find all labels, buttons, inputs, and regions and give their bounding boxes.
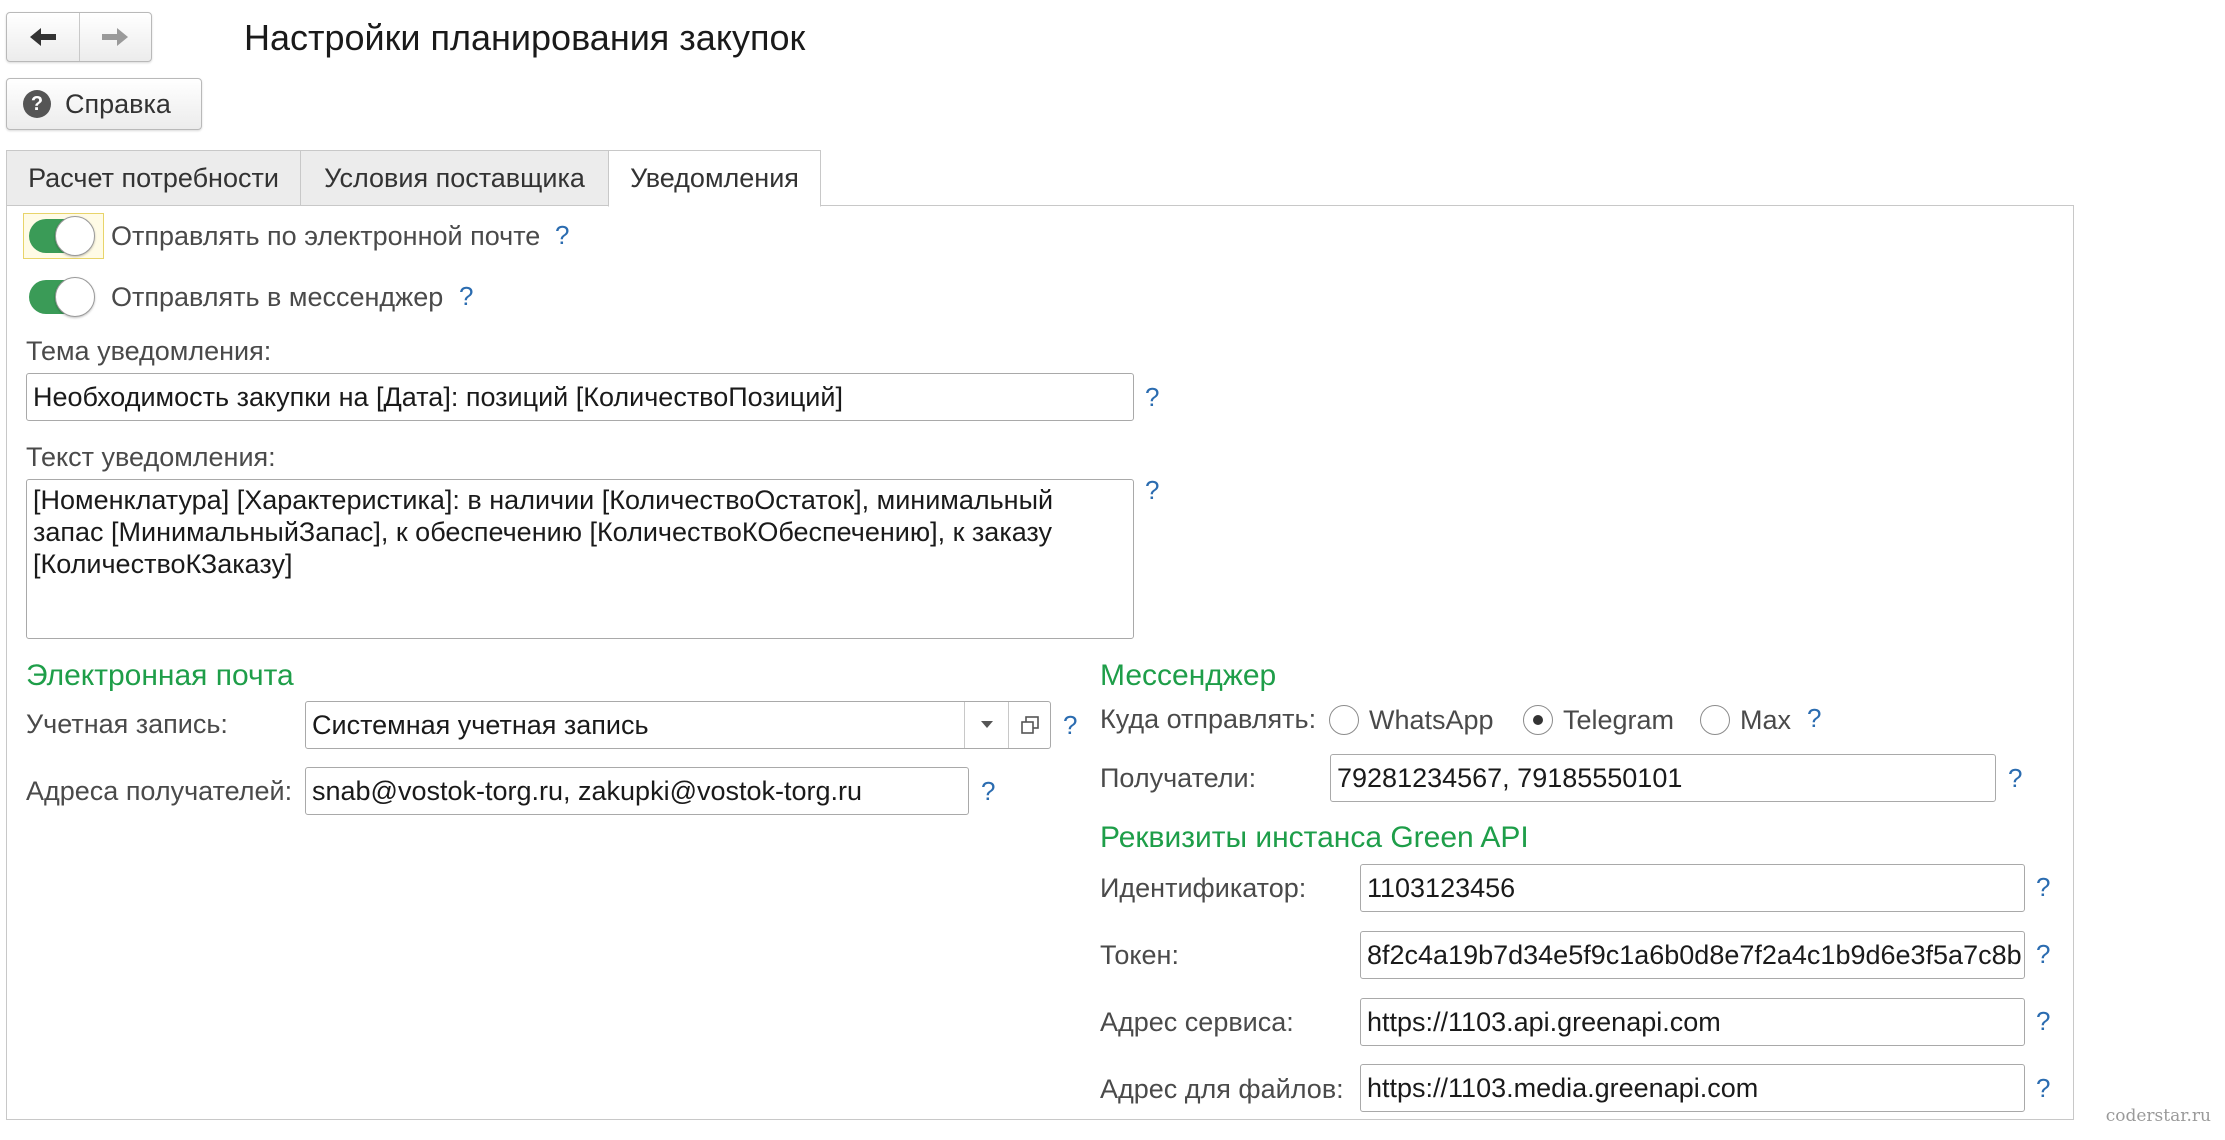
toggle-knob (55, 216, 95, 256)
open-window-icon (1020, 716, 1039, 734)
tab-notifications[interactable]: Уведомления (608, 150, 821, 207)
instance-id-label: Идентификатор: (1100, 873, 1307, 903)
email-section-title: Электронная почта (26, 659, 294, 692)
service-url-input[interactable]: https://1103.api.greenapi.com (1360, 998, 2025, 1046)
send-to-label: Куда отправлять: (1100, 704, 1317, 734)
files-url-input[interactable]: https://1103.media.greenapi.com (1360, 1064, 2025, 1112)
tab-supplier-conditions[interactable]: Условия поставщика (300, 150, 609, 206)
files-url-help-icon[interactable]: ? (2036, 1072, 2050, 1104)
navigation-buttons (6, 12, 152, 62)
email-recipients-input[interactable]: snab@vostok-torg.ru, zakupki@vostok-torg… (305, 767, 969, 815)
subject-input[interactable]: Необходимость закупки на [Дата]: позиций… (26, 373, 1134, 421)
email-toggle-label: Отправлять по электронной почте (111, 221, 541, 251)
token-input[interactable]: 8f2c4a19b7d34e5f9c1a6b0d8e7f2a4c1b9d6e3f… (1360, 931, 2025, 979)
forward-button[interactable] (78, 13, 152, 61)
token-label: Токен: (1100, 940, 1179, 970)
account-dropdown-button[interactable] (964, 702, 1008, 748)
page-title: Настройки планирования закупок (244, 17, 806, 58)
notifications-panel (6, 205, 2074, 1120)
body-help-icon[interactable]: ? (1145, 474, 1159, 506)
account-select-value: Системная учетная запись (312, 709, 649, 740)
radio-circle (1329, 705, 1359, 735)
arrow-left-icon (29, 28, 56, 46)
email-recipients-label: Адреса получателей: (26, 776, 293, 806)
files-url-label: Адрес для файлов: (1100, 1074, 1344, 1104)
instance-id-help-icon[interactable]: ? (2036, 871, 2050, 903)
messenger-recipients-label: Получатели: (1100, 763, 1257, 793)
subject-help-icon[interactable]: ? (1145, 381, 1159, 413)
account-select[interactable]: Системная учетная запись (305, 701, 1051, 749)
messenger-toggle-label: Отправлять в мессенджер (111, 282, 444, 312)
messenger-toggle[interactable] (29, 277, 95, 317)
radio-telegram-label: Telegram (1563, 705, 1675, 735)
instance-id-input[interactable]: 1103123456 (1360, 864, 2025, 912)
toggle-knob (55, 277, 95, 317)
help-button-label: Справка (65, 88, 171, 119)
tab-demand-calculation[interactable]: Расчет потребности (6, 150, 301, 206)
radio-circle (1700, 705, 1730, 735)
service-url-help-icon[interactable]: ? (2036, 1005, 2050, 1037)
arrow-right-icon (102, 28, 129, 46)
back-button[interactable] (7, 13, 79, 61)
radio-max[interactable]: Max (1700, 704, 1791, 736)
service-url-label: Адрес сервиса: (1100, 1007, 1294, 1037)
watermark: coderstar.ru (2105, 1106, 2211, 1126)
subject-label: Тема уведомления: (26, 336, 272, 366)
help-button[interactable]: ? Справка (6, 78, 202, 130)
email-recipients-help-icon[interactable]: ? (981, 775, 995, 807)
radio-whatsapp-label: WhatsApp (1369, 705, 1494, 735)
radio-circle-selected (1523, 705, 1553, 735)
send-to-help-icon[interactable]: ? (1807, 702, 1821, 734)
token-help-icon[interactable]: ? (2036, 938, 2050, 970)
body-label: Текст уведомления: (26, 442, 276, 472)
messenger-recipients-input[interactable]: 79281234567, 79185550101 (1330, 754, 1996, 802)
email-toggle-help-icon[interactable]: ? (555, 219, 569, 251)
account-open-button[interactable] (1008, 702, 1050, 748)
account-help-icon[interactable]: ? (1063, 709, 1077, 741)
radio-telegram[interactable]: Telegram (1523, 704, 1674, 736)
green-api-section-title: Реквизиты инстанса Green API (1100, 821, 1529, 854)
account-label: Учетная запись: (26, 709, 228, 739)
radio-max-label: Max (1740, 705, 1792, 735)
chevron-down-icon (980, 721, 993, 728)
messenger-toggle-help-icon[interactable]: ? (459, 280, 473, 312)
messenger-section-title: Мессенджер (1100, 659, 1277, 692)
question-circle-icon: ? (23, 90, 51, 118)
email-toggle[interactable] (29, 216, 95, 256)
messenger-recipients-help-icon[interactable]: ? (2008, 762, 2022, 794)
radio-whatsapp[interactable]: WhatsApp (1329, 704, 1494, 736)
body-textarea[interactable]: [Номенклатура] [Характеристика]: в налич… (26, 479, 1134, 639)
